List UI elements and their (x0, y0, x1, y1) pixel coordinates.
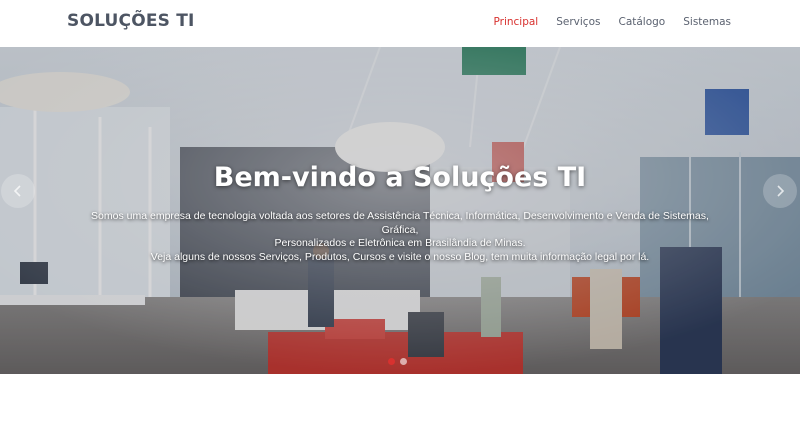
carousel-indicator-1[interactable] (388, 358, 395, 365)
hero-description: Somos uma empresa de tecnologia voltada … (80, 210, 720, 264)
hero-description-line: Somos uma empresa de tecnologia voltada … (91, 210, 709, 236)
nav-sistemas[interactable]: Sistemas (683, 16, 731, 28)
hero-title: Bem-vindo a Soluções TI (213, 162, 587, 193)
nav-servicos[interactable]: Serviços (556, 16, 600, 28)
carousel-indicator-2[interactable] (400, 358, 407, 365)
nav-catalogo[interactable]: Catálogo (618, 16, 665, 28)
nav-principal[interactable]: Principal (493, 16, 538, 28)
hero-carousel: Bem-vindo a Soluções TI Somos uma empres… (0, 47, 800, 374)
hero-description-line: Veja alguns de nossos Serviços, Produtos… (150, 250, 650, 263)
brand-logo-text[interactable]: SOLUÇÕES TI (67, 11, 195, 31)
carousel-prev-button[interactable] (1, 174, 35, 208)
main-nav: Principal Serviços Catálogo Sistemas (493, 16, 731, 28)
carousel-indicators (388, 358, 407, 365)
chevron-right-icon (777, 185, 785, 197)
hero-description-line: Personalizados e Eletrônica em Brasilând… (274, 237, 526, 249)
carousel-next-button[interactable] (763, 174, 797, 208)
chevron-left-icon (13, 185, 21, 197)
top-navbar: SOLUÇÕES TI Principal Serviços Catálogo … (0, 0, 800, 47)
